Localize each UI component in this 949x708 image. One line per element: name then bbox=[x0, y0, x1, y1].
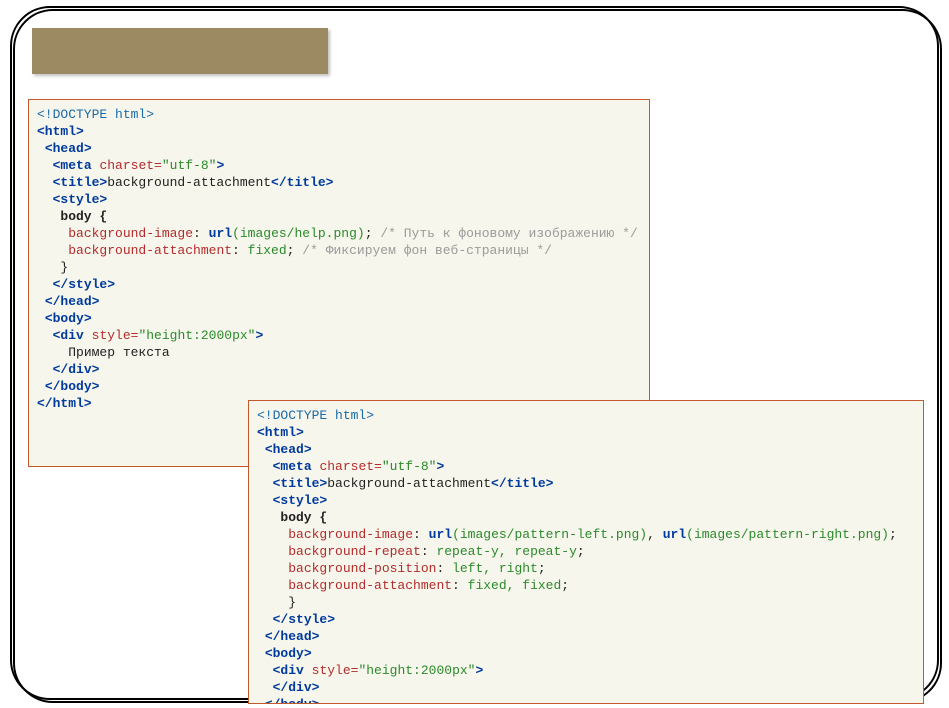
prop-bg-repeat: background-repeat bbox=[288, 544, 421, 559]
val-pos: left, right bbox=[452, 561, 538, 576]
val-height: "height:2000px" bbox=[138, 328, 255, 343]
code-block-2: <!DOCTYPE html> <html> <head> <meta char… bbox=[248, 400, 924, 704]
tag-head-open: <head> bbox=[265, 442, 312, 457]
tag-title-close: </title> bbox=[491, 476, 553, 491]
val-repeat: repeat-y, repeat-y bbox=[436, 544, 576, 559]
attr-charset: charset= bbox=[99, 158, 161, 173]
tag-head-close: </head> bbox=[265, 629, 320, 644]
semi: ; bbox=[287, 243, 295, 258]
tag-div-gt: > bbox=[255, 328, 263, 343]
func-url: url bbox=[209, 226, 232, 241]
val-fixed: fixed, fixed bbox=[468, 578, 562, 593]
title-text: background-attachment bbox=[327, 476, 491, 491]
tag-div-open: <div bbox=[53, 328, 84, 343]
semi: ; bbox=[365, 226, 373, 241]
tag-div-end: </div> bbox=[273, 680, 320, 695]
tag-body-open: <body> bbox=[265, 646, 312, 661]
tag-style-open: <style> bbox=[53, 192, 108, 207]
prop-bg-image: background-image bbox=[288, 527, 413, 542]
brace-close: } bbox=[60, 260, 68, 275]
val-height: "height:2000px" bbox=[358, 663, 475, 678]
selector-body: body { bbox=[60, 209, 107, 224]
semi: ; bbox=[577, 544, 585, 559]
div-text: Пример текста bbox=[68, 345, 169, 360]
tag-style-open: <style> bbox=[273, 493, 328, 508]
tag-head-open: <head> bbox=[45, 141, 92, 156]
attr-style: style= bbox=[312, 663, 359, 678]
prop-bg-attach: background-attachment bbox=[288, 578, 452, 593]
title-placeholder bbox=[32, 28, 328, 74]
selector-body: body { bbox=[280, 510, 327, 525]
tag-body-open: <body> bbox=[45, 311, 92, 326]
slide-container: <!DOCTYPE html> <html> <head> <meta char… bbox=[0, 0, 949, 708]
tag-title-open: <title> bbox=[273, 476, 328, 491]
prop-bg-image: background-image bbox=[68, 226, 193, 241]
attr-style: style= bbox=[92, 328, 139, 343]
attr-charset: charset= bbox=[319, 459, 381, 474]
tag-style-close: </style> bbox=[273, 612, 335, 627]
comment-1: /* Путь к фоновому изображению */ bbox=[380, 226, 637, 241]
title-text: background-attachment bbox=[107, 175, 271, 190]
tag-title-open: <title> bbox=[53, 175, 108, 190]
semi: ; bbox=[889, 527, 897, 542]
val-utf8: "utf-8" bbox=[162, 158, 217, 173]
tag-meta-open: <meta bbox=[53, 158, 92, 173]
tag-meta-close: > bbox=[436, 459, 444, 474]
tag-html-open: <html> bbox=[37, 124, 84, 139]
url-arg: (images/help.png) bbox=[232, 226, 365, 241]
comma: , bbox=[647, 527, 655, 542]
url-arg2: (images/pattern-right.png) bbox=[686, 527, 889, 542]
doctype: <!DOCTYPE html> bbox=[257, 408, 374, 423]
tag-div-open: <div bbox=[273, 663, 304, 678]
tag-body-close: </body> bbox=[265, 697, 320, 704]
tag-meta-close: > bbox=[216, 158, 224, 173]
tag-style-close: </style> bbox=[53, 277, 115, 292]
tag-div-end: </div> bbox=[53, 362, 100, 377]
doctype: <!DOCTYPE html> bbox=[37, 107, 154, 122]
tag-html-open: <html> bbox=[257, 425, 304, 440]
semi: ; bbox=[538, 561, 546, 576]
semi: ; bbox=[561, 578, 569, 593]
tag-html-close: </html> bbox=[37, 396, 92, 411]
val-utf8: "utf-8" bbox=[382, 459, 437, 474]
comment-2: /* Фиксируем фон веб-страницы */ bbox=[302, 243, 552, 258]
prop-bg-attach: background-attachment bbox=[68, 243, 232, 258]
func-url1: url bbox=[429, 527, 452, 542]
tag-meta-open: <meta bbox=[273, 459, 312, 474]
prop-bg-pos: background-position bbox=[288, 561, 436, 576]
url-arg1: (images/pattern-left.png) bbox=[452, 527, 647, 542]
func-url2: url bbox=[663, 527, 686, 542]
tag-div-gt: > bbox=[475, 663, 483, 678]
tag-title-close: </title> bbox=[271, 175, 333, 190]
tag-body-close: </body> bbox=[45, 379, 100, 394]
val-fixed: fixed bbox=[248, 243, 287, 258]
tag-head-close: </head> bbox=[45, 294, 100, 309]
brace-close: } bbox=[288, 595, 296, 610]
